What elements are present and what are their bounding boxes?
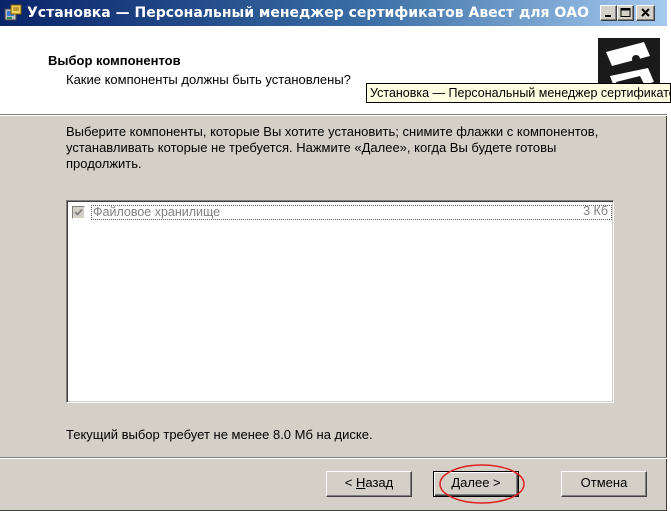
back-button-prefix: < <box>344 475 356 490</box>
component-label: Файловое хранилище <box>91 205 612 220</box>
list-item[interactable]: Файловое хранилище 3 Кб <box>70 204 612 222</box>
title-tooltip: Установка — Персональный менеджер сертиф… <box>366 83 671 103</box>
cancel-button[interactable]: Отмена <box>561 471 647 497</box>
close-icon <box>641 8 650 17</box>
component-size: 3 Кб <box>583 204 608 218</box>
back-button-accel: Н <box>355 475 366 490</box>
disk-space-text: Текущий выбор требует не менее 8.0 Мб на… <box>66 427 373 442</box>
title-bar[interactable]: Установка — Персональный менеджер сертиф… <box>0 0 667 26</box>
instructions-text: Выберите компоненты, которые Вы хотите у… <box>66 124 599 171</box>
maximize-button[interactable] <box>617 5 634 21</box>
minimize-icon <box>605 15 611 17</box>
footer-divider <box>0 457 667 459</box>
page-title: Выбор компонентов <box>48 53 181 68</box>
back-button[interactable]: < Назад <box>326 471 412 497</box>
back-button-label: азад <box>365 475 394 490</box>
component-checkbox[interactable] <box>72 206 85 219</box>
minimize-button[interactable] <box>600 5 617 21</box>
page-subtitle: Какие компоненты должны быть установлены… <box>66 72 351 87</box>
next-button-suffix: > <box>489 475 501 490</box>
installer-icon <box>4 4 22 22</box>
next-button-accel: Д <box>451 475 461 490</box>
window-title: Установка — Персональный менеджер сертиф… <box>27 5 592 21</box>
maximize-icon <box>620 8 631 17</box>
components-list[interactable]: Файловое хранилище 3 Кб <box>66 200 614 403</box>
wizard-header: Выбор компонентов Какие компоненты должн… <box>0 26 671 114</box>
next-button-label: алее <box>460 475 490 490</box>
header-divider <box>0 114 667 116</box>
checkmark-icon <box>74 208 83 216</box>
next-button[interactable]: Далее > <box>433 471 519 497</box>
setup-window: Установка — Персональный менеджер сертиф… <box>0 0 671 511</box>
close-button[interactable] <box>636 5 655 21</box>
